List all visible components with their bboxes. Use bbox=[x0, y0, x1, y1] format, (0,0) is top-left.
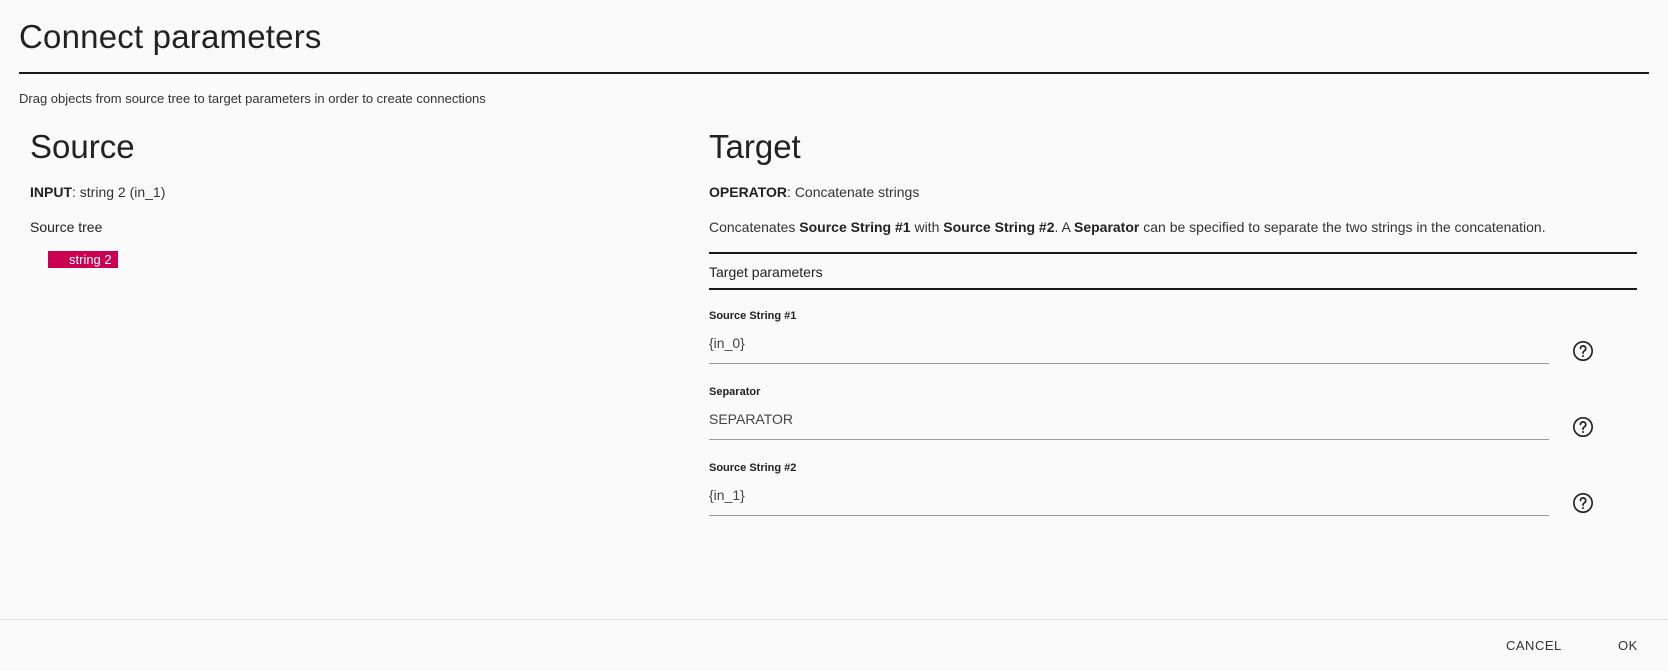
cancel-button[interactable]: CANCEL bbox=[1506, 638, 1562, 653]
help-circle-icon[interactable] bbox=[1572, 416, 1594, 438]
param-label: Source String #1 bbox=[709, 310, 797, 322]
source-string-1-input[interactable] bbox=[709, 334, 1549, 364]
description-text: . A bbox=[1054, 219, 1074, 235]
operator-info: OPERATOR: Concatenate strings bbox=[709, 184, 919, 200]
target-params-divider-bottom bbox=[709, 288, 1637, 290]
separator-input[interactable] bbox=[709, 410, 1549, 440]
param-label: Separator bbox=[709, 386, 761, 398]
param-label: Source String #2 bbox=[709, 462, 797, 474]
operator-value: : Concatenate strings bbox=[787, 184, 920, 200]
target-params-divider-top bbox=[709, 252, 1637, 254]
input-value: : string 2 (in_1) bbox=[72, 184, 166, 200]
param-source-string-2: Source String #2 bbox=[709, 461, 1549, 516]
title-divider bbox=[19, 72, 1649, 74]
target-heading: Target bbox=[709, 128, 801, 165]
description-text: Concatenates bbox=[709, 219, 800, 235]
description-text: can be specified to separate the two str… bbox=[1139, 219, 1546, 235]
description-text: with bbox=[910, 219, 944, 235]
param-source-string-1: Source String #1 bbox=[709, 309, 1549, 364]
source-input-info: INPUT: string 2 (in_1) bbox=[30, 184, 165, 200]
description-bold: Source String #2 bbox=[943, 219, 1055, 235]
description-bold: Separator bbox=[1073, 219, 1140, 235]
source-tree-node-string-2[interactable]: string 2 bbox=[48, 251, 118, 268]
dialog-title: Connect parameters bbox=[19, 18, 322, 55]
ok-button[interactable]: OK bbox=[1618, 638, 1638, 653]
input-label: INPUT bbox=[30, 184, 72, 200]
source-tree-label: Source tree bbox=[30, 219, 103, 235]
source-heading: Source bbox=[30, 128, 135, 165]
operator-label: OPERATOR bbox=[709, 184, 788, 200]
help-circle-icon[interactable] bbox=[1572, 340, 1594, 362]
param-separator: Separator bbox=[709, 385, 1549, 440]
operator-description: Concatenates Source String #1 with Sourc… bbox=[709, 219, 1546, 235]
footer-divider bbox=[0, 619, 1668, 620]
description-bold: Source String #1 bbox=[799, 219, 911, 235]
instructions-text: Drag objects from source tree to target … bbox=[19, 91, 486, 106]
target-params-header: Target parameters bbox=[709, 264, 823, 280]
help-circle-icon[interactable] bbox=[1572, 492, 1594, 514]
source-string-2-input[interactable] bbox=[709, 486, 1549, 516]
